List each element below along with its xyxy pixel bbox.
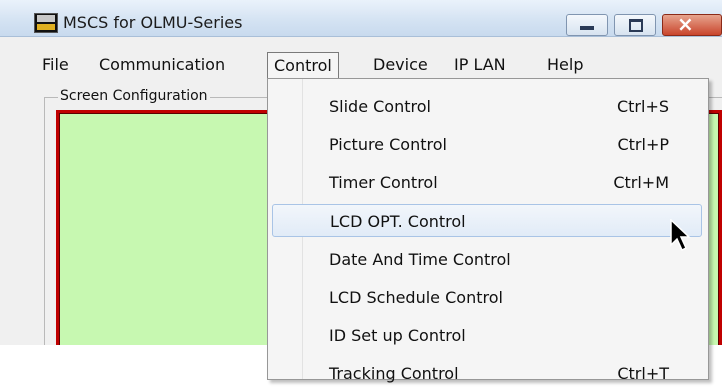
minimize-icon — [580, 26, 594, 30]
menu-item-label: Slide Control — [329, 97, 431, 116]
group-label: Screen Configuration — [58, 88, 210, 104]
menu-item-shortcut: Ctrl+T — [617, 364, 669, 383]
menu-item-lcd-opt-control[interactable]: LCD OPT. Control — [272, 204, 702, 237]
menu-item-timer-control[interactable]: Timer Control Ctrl+M — [272, 166, 702, 199]
window-title: MSCS for OLMU-Series — [63, 13, 243, 32]
menu-device[interactable]: Device — [367, 52, 434, 78]
menu-item-slide-control[interactable]: Slide Control Ctrl+S — [272, 90, 702, 123]
menu-item-tracking-control[interactable]: Tracking Control Ctrl+T — [272, 357, 702, 390]
menu-bar: File Communication Control Device IP LAN… — [0, 52, 722, 79]
menu-item-lcd-schedule-control[interactable]: LCD Schedule Control — [272, 281, 702, 314]
minimize-button[interactable] — [566, 14, 608, 36]
menu-control[interactable]: Control — [267, 52, 339, 79]
menu-item-shortcut: Ctrl+P — [617, 135, 669, 154]
menu-item-shortcut: Ctrl+M — [613, 173, 669, 192]
mouse-cursor-icon — [670, 219, 691, 252]
menu-item-label: LCD Schedule Control — [329, 288, 503, 307]
close-icon: × — [677, 12, 694, 36]
menu-file[interactable]: File — [36, 52, 75, 78]
menu-help[interactable]: Help — [541, 52, 589, 78]
app-icon[interactable] — [34, 13, 58, 33]
title-bar: MSCS for OLMU-Series × — [0, 0, 722, 37]
control-dropdown-menu: Slide Control Ctrl+S Picture Control Ctr… — [267, 78, 709, 383]
maximize-button[interactable] — [614, 14, 656, 36]
menu-item-id-setup-control[interactable]: ID Set up Control — [272, 319, 702, 352]
menu-item-label: LCD OPT. Control — [330, 212, 466, 231]
menu-item-picture-control[interactable]: Picture Control Ctrl+P — [272, 128, 702, 161]
menu-ip-lan[interactable]: IP LAN — [448, 52, 512, 78]
menu-item-label: Picture Control — [329, 135, 447, 154]
menu-item-label: ID Set up Control — [329, 326, 466, 345]
close-button[interactable]: × — [662, 12, 722, 36]
menu-item-shortcut: Ctrl+S — [616, 97, 669, 116]
menu-communication[interactable]: Communication — [93, 52, 231, 78]
menu-item-date-time-control[interactable]: Date And Time Control — [272, 243, 702, 276]
menu-item-label: Timer Control — [329, 173, 438, 192]
menu-item-label: Tracking Control — [329, 364, 459, 383]
maximize-icon — [629, 19, 643, 32]
menu-item-label: Date And Time Control — [329, 250, 511, 269]
